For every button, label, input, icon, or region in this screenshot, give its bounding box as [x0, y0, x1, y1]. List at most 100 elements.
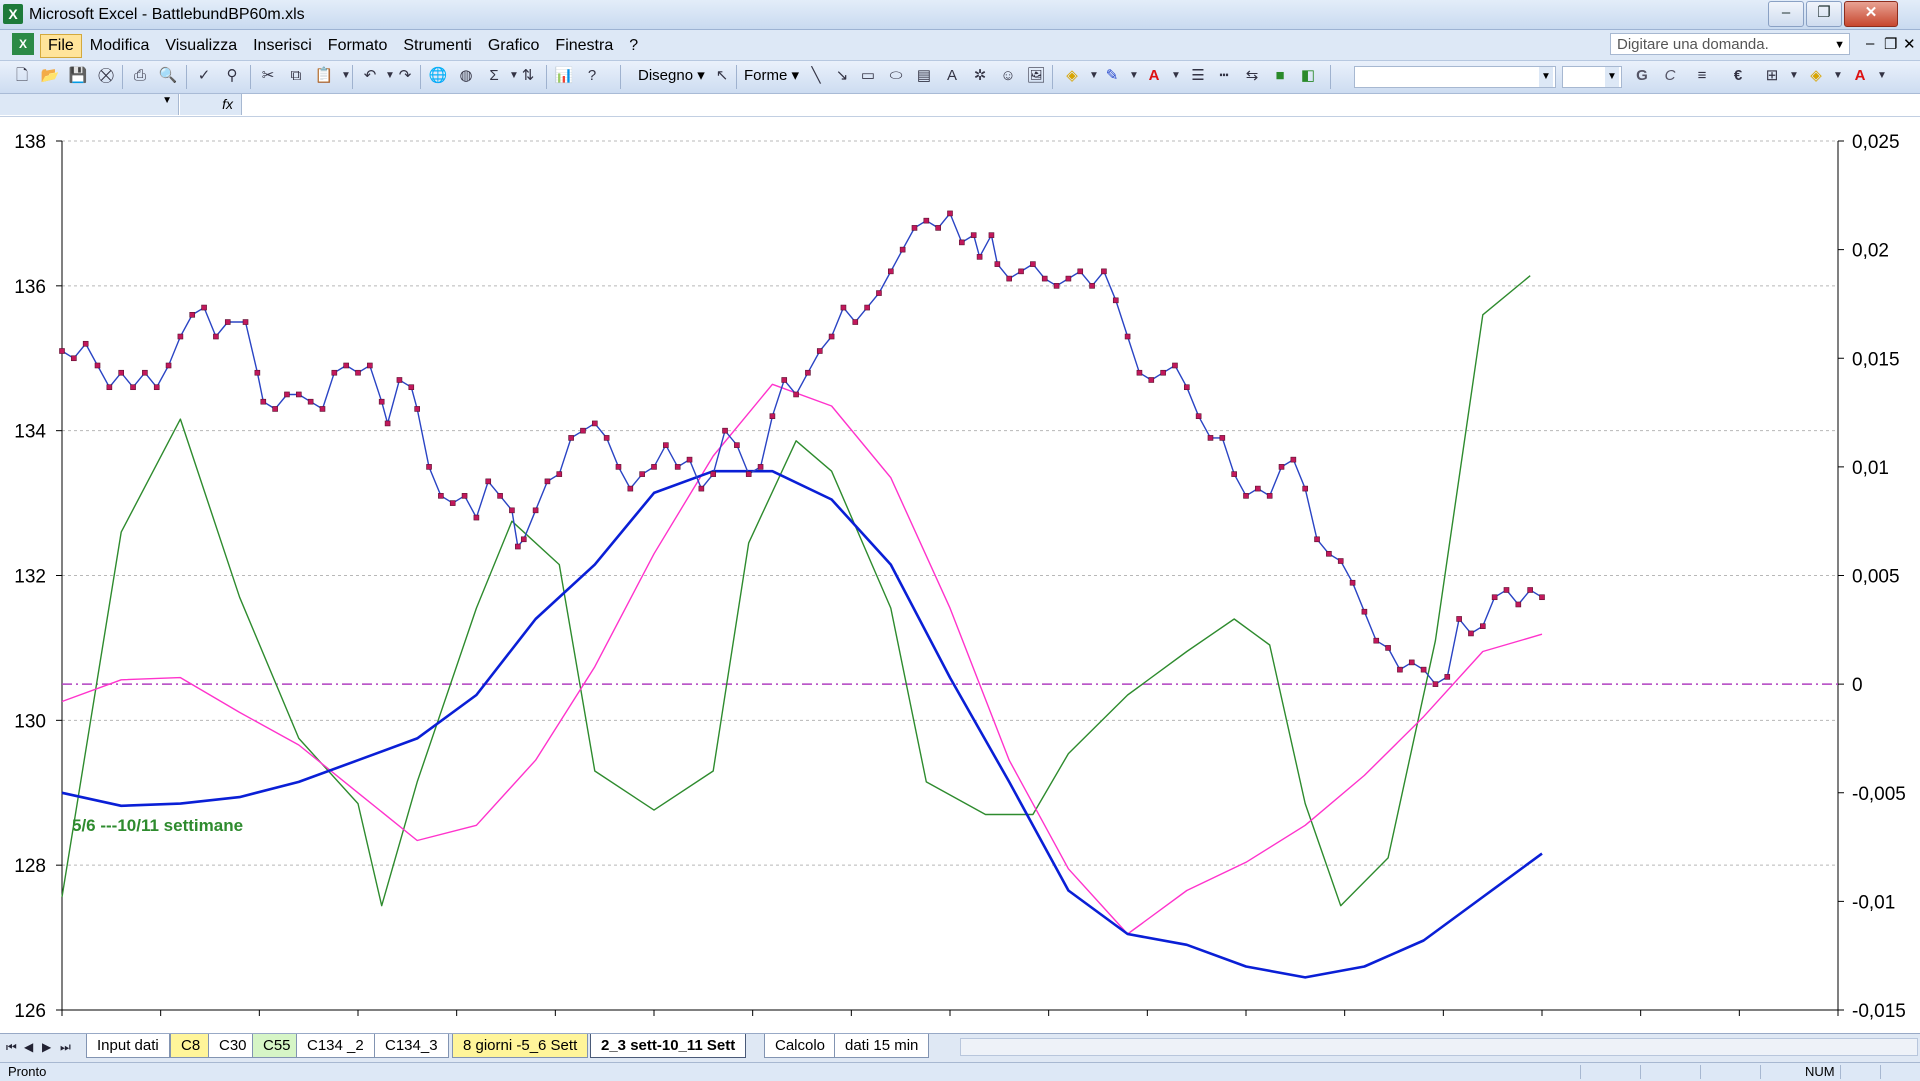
ask-question-box[interactable]: Digitare una domanda. ▼	[1610, 33, 1850, 55]
3d-icon[interactable]: ◧	[1298, 66, 1318, 86]
toolbar-separator	[620, 65, 621, 89]
cell-fill-icon[interactable]: ◈	[1806, 66, 1826, 86]
chevron-down-icon[interactable]: ▼	[1605, 67, 1619, 87]
bold-button[interactable]: G	[1632, 66, 1652, 86]
dash-style-icon[interactable]: ┅	[1214, 66, 1234, 86]
diagram-icon[interactable]: ✲	[970, 66, 990, 86]
font-name-select[interactable]: ▼	[1354, 66, 1556, 88]
spelling-icon[interactable]: ✓	[194, 66, 214, 86]
chart-area[interactable]: 138 136 134 132 130 128 126 0,025 0,02 0,015 0,01…	[0, 117, 1920, 1032]
last-sheet-icon[interactable]: ⏭	[60, 1040, 71, 1055]
redo-icon[interactable]: ↷	[395, 66, 415, 86]
new-file-icon[interactable]: 🗋	[12, 66, 32, 86]
tab-c30[interactable]: C30	[208, 1034, 258, 1058]
open-folder-icon[interactable]: 📂	[40, 66, 60, 86]
minimize-button[interactable]: –	[1768, 1, 1804, 27]
insert-function-button[interactable]: fx	[180, 94, 242, 115]
oval-icon[interactable]: ⬭	[886, 66, 906, 86]
chevron-down-icon[interactable]: ▼	[1828, 66, 1848, 86]
autoshapes-menu-button[interactable]: Forme ▾	[744, 66, 799, 86]
menu-formato[interactable]: Formato	[320, 34, 396, 58]
tab-dati-15-min[interactable]: dati 15 min	[834, 1034, 930, 1058]
excel-app-icon[interactable]: X	[3, 4, 23, 24]
chevron-down-icon[interactable]: ▼	[1872, 66, 1892, 86]
tab-input-dati[interactable]: Input dati	[86, 1034, 170, 1058]
tab-8-giorni[interactable]: 8 giorni -5_6 Sett	[452, 1034, 589, 1058]
sort-icon[interactable]: ⇅	[518, 66, 538, 86]
chevron-down-icon[interactable]: ▼	[336, 66, 356, 86]
autosum-icon[interactable]: Σ	[484, 66, 504, 86]
cut-icon[interactable]: ✂	[258, 66, 278, 86]
menu-file[interactable]: File	[40, 34, 82, 58]
help-icon[interactable]: ?	[582, 66, 602, 86]
menu-help[interactable]: ?	[621, 34, 646, 58]
chevron-down-icon[interactable]: ▼	[1084, 66, 1104, 86]
green-series-line	[61, 275, 1531, 907]
textbox-icon[interactable]: ▤	[914, 66, 934, 86]
chevron-down-icon[interactable]: ▼	[1784, 66, 1804, 86]
tab-c55[interactable]: C55	[252, 1034, 302, 1058]
menu-inserisci[interactable]: Inserisci	[245, 34, 320, 58]
workbook-icon[interactable]: X	[12, 33, 34, 55]
chevron-down-icon[interactable]: ▼	[1166, 66, 1186, 86]
menu-strumenti[interactable]: Strumenti	[395, 34, 479, 58]
menu-modifica[interactable]: Modifica	[82, 34, 158, 58]
toolbar-separator	[736, 65, 737, 89]
chart-wizard-icon[interactable]: 📊	[554, 66, 574, 86]
align-icon[interactable]: ≡	[1692, 66, 1712, 86]
rectangle-icon[interactable]: ▭	[858, 66, 878, 86]
clipart-icon[interactable]: ☺	[998, 66, 1018, 86]
menu-visualizza[interactable]: Visualizza	[157, 34, 245, 58]
shadow-icon[interactable]: ■	[1270, 66, 1290, 86]
doc-close-button[interactable]: ✕	[1903, 35, 1916, 53]
research-icon[interactable]: ⚲	[222, 66, 242, 86]
tab-c134-2[interactable]: C134 _2	[296, 1034, 375, 1058]
picture-icon[interactable]: 🖼	[1026, 66, 1046, 86]
price-marker	[319, 406, 326, 412]
next-sheet-icon[interactable]: ▶	[42, 1040, 51, 1054]
doc-minimize-button[interactable]: –	[1866, 35, 1874, 52]
tab-2-3-sett-active[interactable]: 2_3 sett-10_11 Sett	[590, 1034, 747, 1058]
doc-restore-button[interactable]: ❐	[1884, 35, 1897, 53]
line-color-icon[interactable]: ✎	[1102, 66, 1122, 86]
currency-button[interactable]: €	[1728, 66, 1748, 86]
horizontal-scrollbar[interactable]	[960, 1038, 1918, 1056]
first-sheet-icon[interactable]: ⏮	[6, 1040, 17, 1055]
line-icon[interactable]: ╲	[806, 66, 826, 86]
right-axis-labels: 0,025 0,02 0,015 0,01 0,005 0 -0,005 -0,01 -0,01…	[1838, 132, 1906, 1022]
wordart-icon[interactable]: A	[942, 66, 962, 86]
drawing-menu-button[interactable]: Disegno ▾	[638, 66, 705, 86]
permission-icon[interactable]: ⛒	[96, 66, 116, 86]
borders-icon[interactable]: ⊞	[1762, 66, 1782, 86]
fill-color-icon[interactable]: ◈	[1062, 66, 1082, 86]
line-style-icon[interactable]: ☰	[1188, 66, 1208, 86]
italic-button[interactable]: C	[1660, 66, 1680, 86]
menu-grafico[interactable]: Grafico	[480, 34, 548, 58]
paste-icon[interactable]: 📋	[314, 66, 334, 86]
select-pointer-icon[interactable]: ↖	[712, 66, 732, 86]
name-box[interactable]: ▼	[0, 94, 179, 115]
cell-font-color-icon[interactable]: A	[1850, 66, 1870, 86]
prev-sheet-icon[interactable]: ◀	[24, 1040, 33, 1054]
chevron-down-icon[interactable]: ▼	[1124, 66, 1144, 86]
reviewing-icon[interactable]: ◍	[456, 66, 476, 86]
close-button[interactable]: ✕	[1844, 1, 1898, 27]
copy-icon[interactable]: ⧉	[286, 66, 306, 86]
arrow-style-icon[interactable]: ⇆	[1242, 66, 1262, 86]
save-icon[interactable]: 💾	[68, 66, 88, 86]
font-size-select[interactable]: ▼	[1562, 66, 1622, 88]
undo-icon[interactable]: ↶	[360, 66, 380, 86]
tab-c134-3[interactable]: C134_3	[374, 1034, 449, 1058]
print-icon[interactable]: ⎙	[130, 66, 150, 86]
arrow-icon[interactable]: ↘	[832, 66, 852, 86]
tab-c8[interactable]: C8	[170, 1034, 212, 1058]
restore-button[interactable]: ❐	[1806, 1, 1842, 27]
menu-finestra[interactable]: Finestra	[547, 34, 621, 58]
chevron-down-icon[interactable]: ▼	[1834, 34, 1845, 56]
print-preview-icon[interactable]: 🔍	[158, 66, 178, 86]
font-color-icon[interactable]: A	[1144, 66, 1164, 86]
hyperlink-icon[interactable]: 🌐	[428, 66, 448, 86]
chevron-down-icon[interactable]: ▼	[162, 95, 172, 106]
chevron-down-icon[interactable]: ▼	[1539, 67, 1553, 87]
tab-calcolo[interactable]: Calcolo	[764, 1034, 837, 1058]
